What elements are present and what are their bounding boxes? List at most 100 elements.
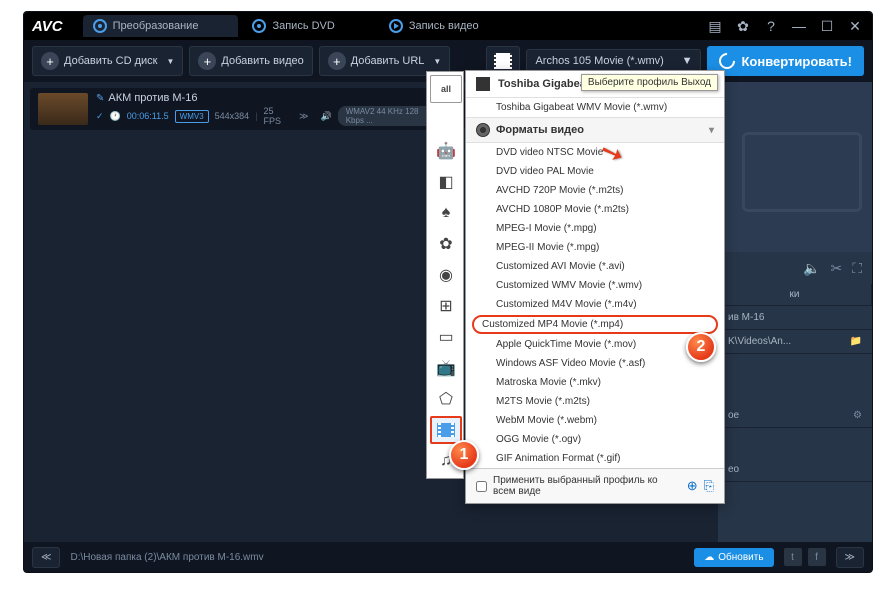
menu-icon[interactable]: ▤ [706,18,724,35]
titlebar: AVC Преобразование Запись DVD Запись вид… [24,12,872,40]
right-panel: 🔈 ✂ ⛶ ки ив М-16 K\Videos\An...📁 ое⚙ ео [717,82,872,542]
format-item[interactable]: MPEG-II Movie (*.mpg) [466,238,724,257]
format-item[interactable]: Matroska Movie (*.mkv) [466,373,724,392]
record-icon [389,19,403,33]
logo: AVC [32,18,63,35]
twitter-icon[interactable]: t [784,548,802,566]
format-item[interactable]: MPEG-I Movie (*.mpg) [466,219,724,238]
category-sidebar: all 🤖 ◧ ♠ ✿ ◉ ⊞ ▭ 📺 ⬠ ♫ [426,71,464,479]
format-item[interactable]: OGG Movie (*.ogv) [466,430,724,449]
category-apple-icon[interactable] [430,106,462,134]
expand-button[interactable]: ≫ [836,547,864,568]
plus-icon: + [328,52,346,70]
panel-row: ое⚙ [718,404,872,428]
tooltip: Выберите профиль Выход [581,74,718,91]
format-item[interactable]: AVCHD 1080P Movie (*.m2ts) [466,200,724,219]
dropdown-header: Toshiba Gigabeat Выберите профиль Выход [466,71,724,98]
audio-icon: 🔊 [320,111,331,122]
format-item[interactable]: GIF Animation Format (*.gif) [466,449,724,468]
category-html5-icon[interactable]: ⬠ [430,385,462,413]
checkbox-icon[interactable]: ✓ [96,111,104,122]
category-all[interactable]: all [430,75,462,103]
help-icon[interactable]: ? [762,18,780,35]
format-item[interactable]: Windows ASF Video Movie (*.asf) [466,354,724,373]
tab-convert[interactable]: Преобразование [83,15,239,37]
format-item[interactable]: AVCHD 720P Movie (*.m2ts) [466,181,724,200]
resolution: 544x384 [215,111,250,121]
category-windows-icon[interactable]: ⊞ [430,292,462,320]
audio-codec: WMAV2 44 KHz 128 Kbps ... [338,106,434,126]
window-controls: ▤ ✿ ? — ☐ ✕ [706,18,864,35]
caret-icon: ▼ [167,57,175,66]
maximize-icon[interactable]: ☐ [818,18,836,35]
fps: 25 FPS [264,106,288,126]
edit-icon[interactable]: ✎ [96,93,104,104]
minimize-icon[interactable]: — [790,18,808,35]
convert-icon [716,50,739,73]
facebook-icon[interactable]: f [808,548,826,566]
main-tabs: Преобразование Запись DVD Запись видео [83,15,706,37]
folder-icon[interactable]: 📁 [850,336,862,347]
panel-row: ив М-16 [718,306,872,330]
refresh-button[interactable]: ☁Обновить [694,548,773,567]
dvd-icon [252,19,266,33]
refresh-icon: ☁ [704,552,714,563]
category-video-icon[interactable] [430,416,462,444]
category-android-icon[interactable]: 🤖 [430,137,462,165]
format-item[interactable]: M2TS Movie (*.m2ts) [466,392,724,411]
volume-icon[interactable]: 🔈 [803,260,820,277]
gear-icon[interactable]: ⚙ [853,410,862,421]
format-item[interactable]: WebM Movie (*.webm) [466,411,724,430]
duration: 00:06:11.5 [127,111,169,121]
output-path: D:\Новая папка (2)\АКМ против М-16.wmv [70,552,684,563]
film-icon [494,53,512,69]
add-video-button[interactable]: +Добавить видео [189,46,312,76]
category-samsung-icon[interactable]: ◧ [430,168,462,196]
statusbar: ≪ D:\Новая папка (2)\АКМ против М-16.wmv… [24,542,872,572]
video-codec: WMV3 [175,110,209,123]
format-item[interactable]: DVD video PAL Movie [466,162,724,181]
format-dropdown: all 🤖 ◧ ♠ ✿ ◉ ⊞ ▭ 📺 ⬠ ♫ Toshiba Gigabeat… [465,70,725,504]
panel-row: ео [718,458,872,482]
plus-icon: + [198,52,216,70]
copy-profile-icon[interactable]: ⎘ [704,478,714,494]
tab-record[interactable]: Запись видео [379,15,519,37]
clock-icon: 🕐 [110,111,121,122]
add-cd-button[interactable]: +Добавить CD диск▼ [32,46,183,76]
format-item[interactable]: Customized MP4 Movie (*.mp4) [472,315,718,334]
settings-icon[interactable]: ✿ [734,18,752,35]
tab-burn-dvd[interactable]: Запись DVD [242,15,374,37]
category-huawei-icon[interactable]: ✿ [430,230,462,258]
format-item[interactable]: Toshiba Gigabeat WMV Movie (*.wmv) [466,98,724,117]
caret-icon: ▼ [433,57,441,66]
save-profile-icon[interactable]: ⊕ [687,478,698,494]
convert-button[interactable]: Конвертировать! [707,46,864,76]
plus-icon: + [41,52,59,70]
apply-all-checkbox[interactable] [476,481,487,492]
category-lg-icon[interactable]: ◉ [430,261,462,289]
file-item[interactable]: ✎ АКМ против М-16 ✓ 🕐 00:06:11.5 WMV3 544… [30,88,465,130]
format-item[interactable]: Customized AVI Movie (*.avi) [466,257,724,276]
dropdown-footer: Применить выбранный профиль ко всем виде… [466,468,724,503]
category-sony-icon[interactable]: ♠ [430,199,462,227]
more-icon[interactable]: ≫ [299,111,308,122]
player-controls: 🔈 ✂ ⛶ [718,252,872,284]
collapse-button[interactable]: ≪ [32,547,60,568]
panel-row-path: K\Videos\An...📁 [718,330,872,354]
category-phone-icon[interactable]: ▭ [430,323,462,351]
close-icon[interactable]: ✕ [846,18,864,35]
format-item[interactable]: DVD video NTSC Movie [466,143,724,162]
scissors-icon[interactable]: ✂ [830,260,842,277]
format-item[interactable]: Customized M4V Movie (*.m4v) [466,295,724,314]
panel-tab[interactable]: ки [718,284,872,305]
video-thumbnail [38,93,88,125]
expand-icon[interactable]: ⛶ [852,260,862,277]
category-tv-icon[interactable]: 📺 [430,354,462,382]
preview-area [718,82,872,252]
callout-2: 2 [686,332,716,362]
dropdown-section-header[interactable]: Форматы видео [466,117,724,143]
convert-icon [93,19,107,33]
format-item[interactable]: Customized WMV Movie (*.wmv) [466,276,724,295]
file-name: АКМ против М-16 [108,92,197,104]
callout-1: 1 [449,440,479,470]
